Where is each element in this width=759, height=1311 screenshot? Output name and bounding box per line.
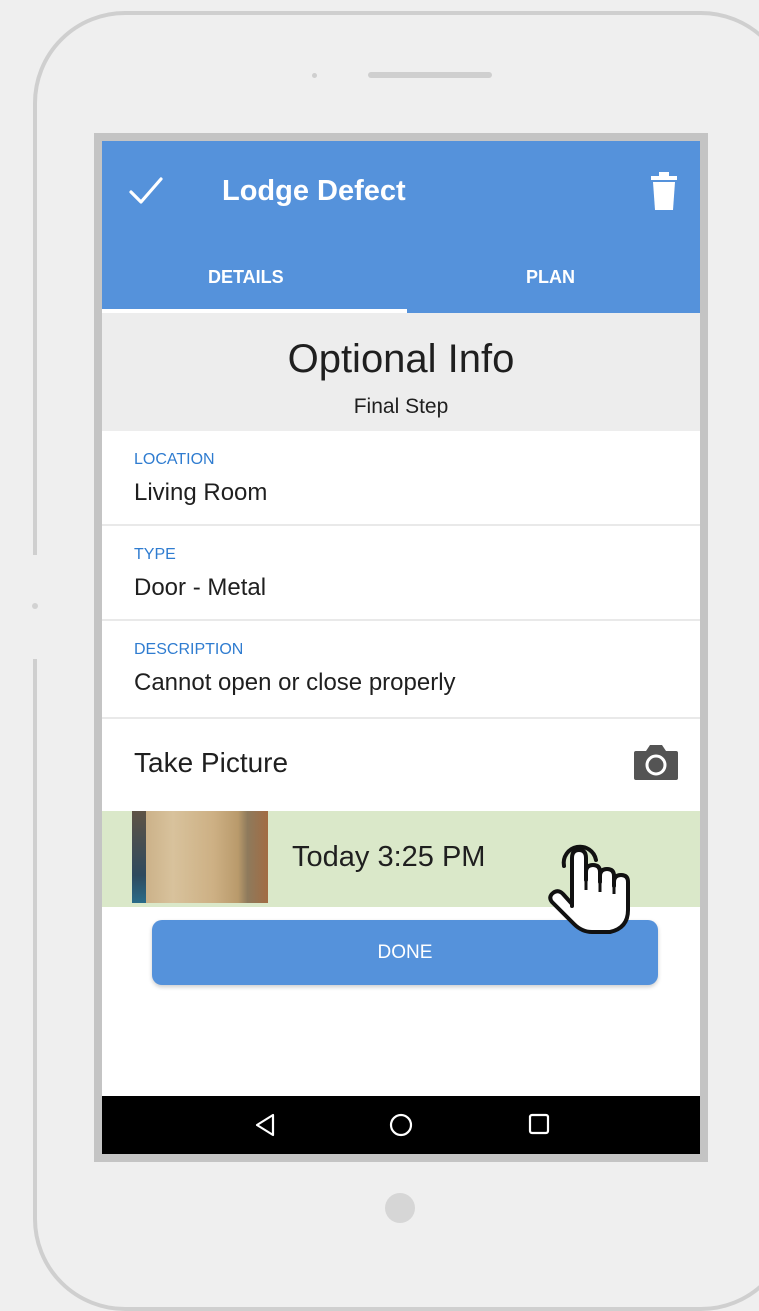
section-subtitle: Final Step — [353, 395, 449, 418]
android-nav-bar — [102, 1096, 700, 1154]
field-value: Cannot open or close properly — [134, 669, 456, 696]
check-icon[interactable] — [129, 176, 163, 206]
back-icon[interactable] — [254, 1113, 276, 1137]
camera-icon[interactable] — [632, 742, 680, 782]
tab-details[interactable]: DETAILS — [208, 267, 284, 288]
take-picture-row[interactable]: Take Picture — [102, 719, 700, 811]
photo-timestamp: Today 3:25 PM — [292, 841, 486, 873]
field-label: LOCATION — [134, 451, 215, 468]
photo-thumbnail — [132, 811, 268, 903]
recent-apps-icon[interactable] — [528, 1113, 550, 1135]
tap-hand-icon — [548, 844, 630, 934]
field-label: TYPE — [134, 546, 176, 563]
device-screen: Lodge Defect DETAILS PLAN Optional Info … — [94, 133, 708, 1162]
app-title: Lodge Defect — [222, 175, 406, 207]
field-location[interactable]: LOCATION Living Room — [102, 431, 700, 526]
phone-speaker — [368, 72, 492, 78]
field-type[interactable]: TYPE Door - Metal — [102, 526, 700, 621]
field-label: DESCRIPTION — [134, 641, 244, 658]
thumbnail-edge — [132, 811, 146, 903]
take-picture-label: Take Picture — [134, 747, 289, 778]
field-value: Living Room — [134, 479, 268, 506]
phone-side-button — [32, 603, 38, 609]
field-description[interactable]: DESCRIPTION Cannot open or close properl… — [102, 621, 700, 719]
app-bar: Lodge Defect DETAILS PLAN — [102, 141, 700, 313]
tab-plan[interactable]: PLAN — [526, 267, 575, 288]
section-header: Optional Info Final Step — [102, 313, 700, 431]
home-icon[interactable] — [389, 1113, 413, 1137]
section-title: Optional Info — [287, 337, 515, 381]
field-value: Door - Metal — [134, 574, 267, 601]
front-camera — [312, 73, 317, 78]
trash-icon[interactable] — [651, 171, 677, 211]
phone-home-button — [385, 1193, 415, 1223]
